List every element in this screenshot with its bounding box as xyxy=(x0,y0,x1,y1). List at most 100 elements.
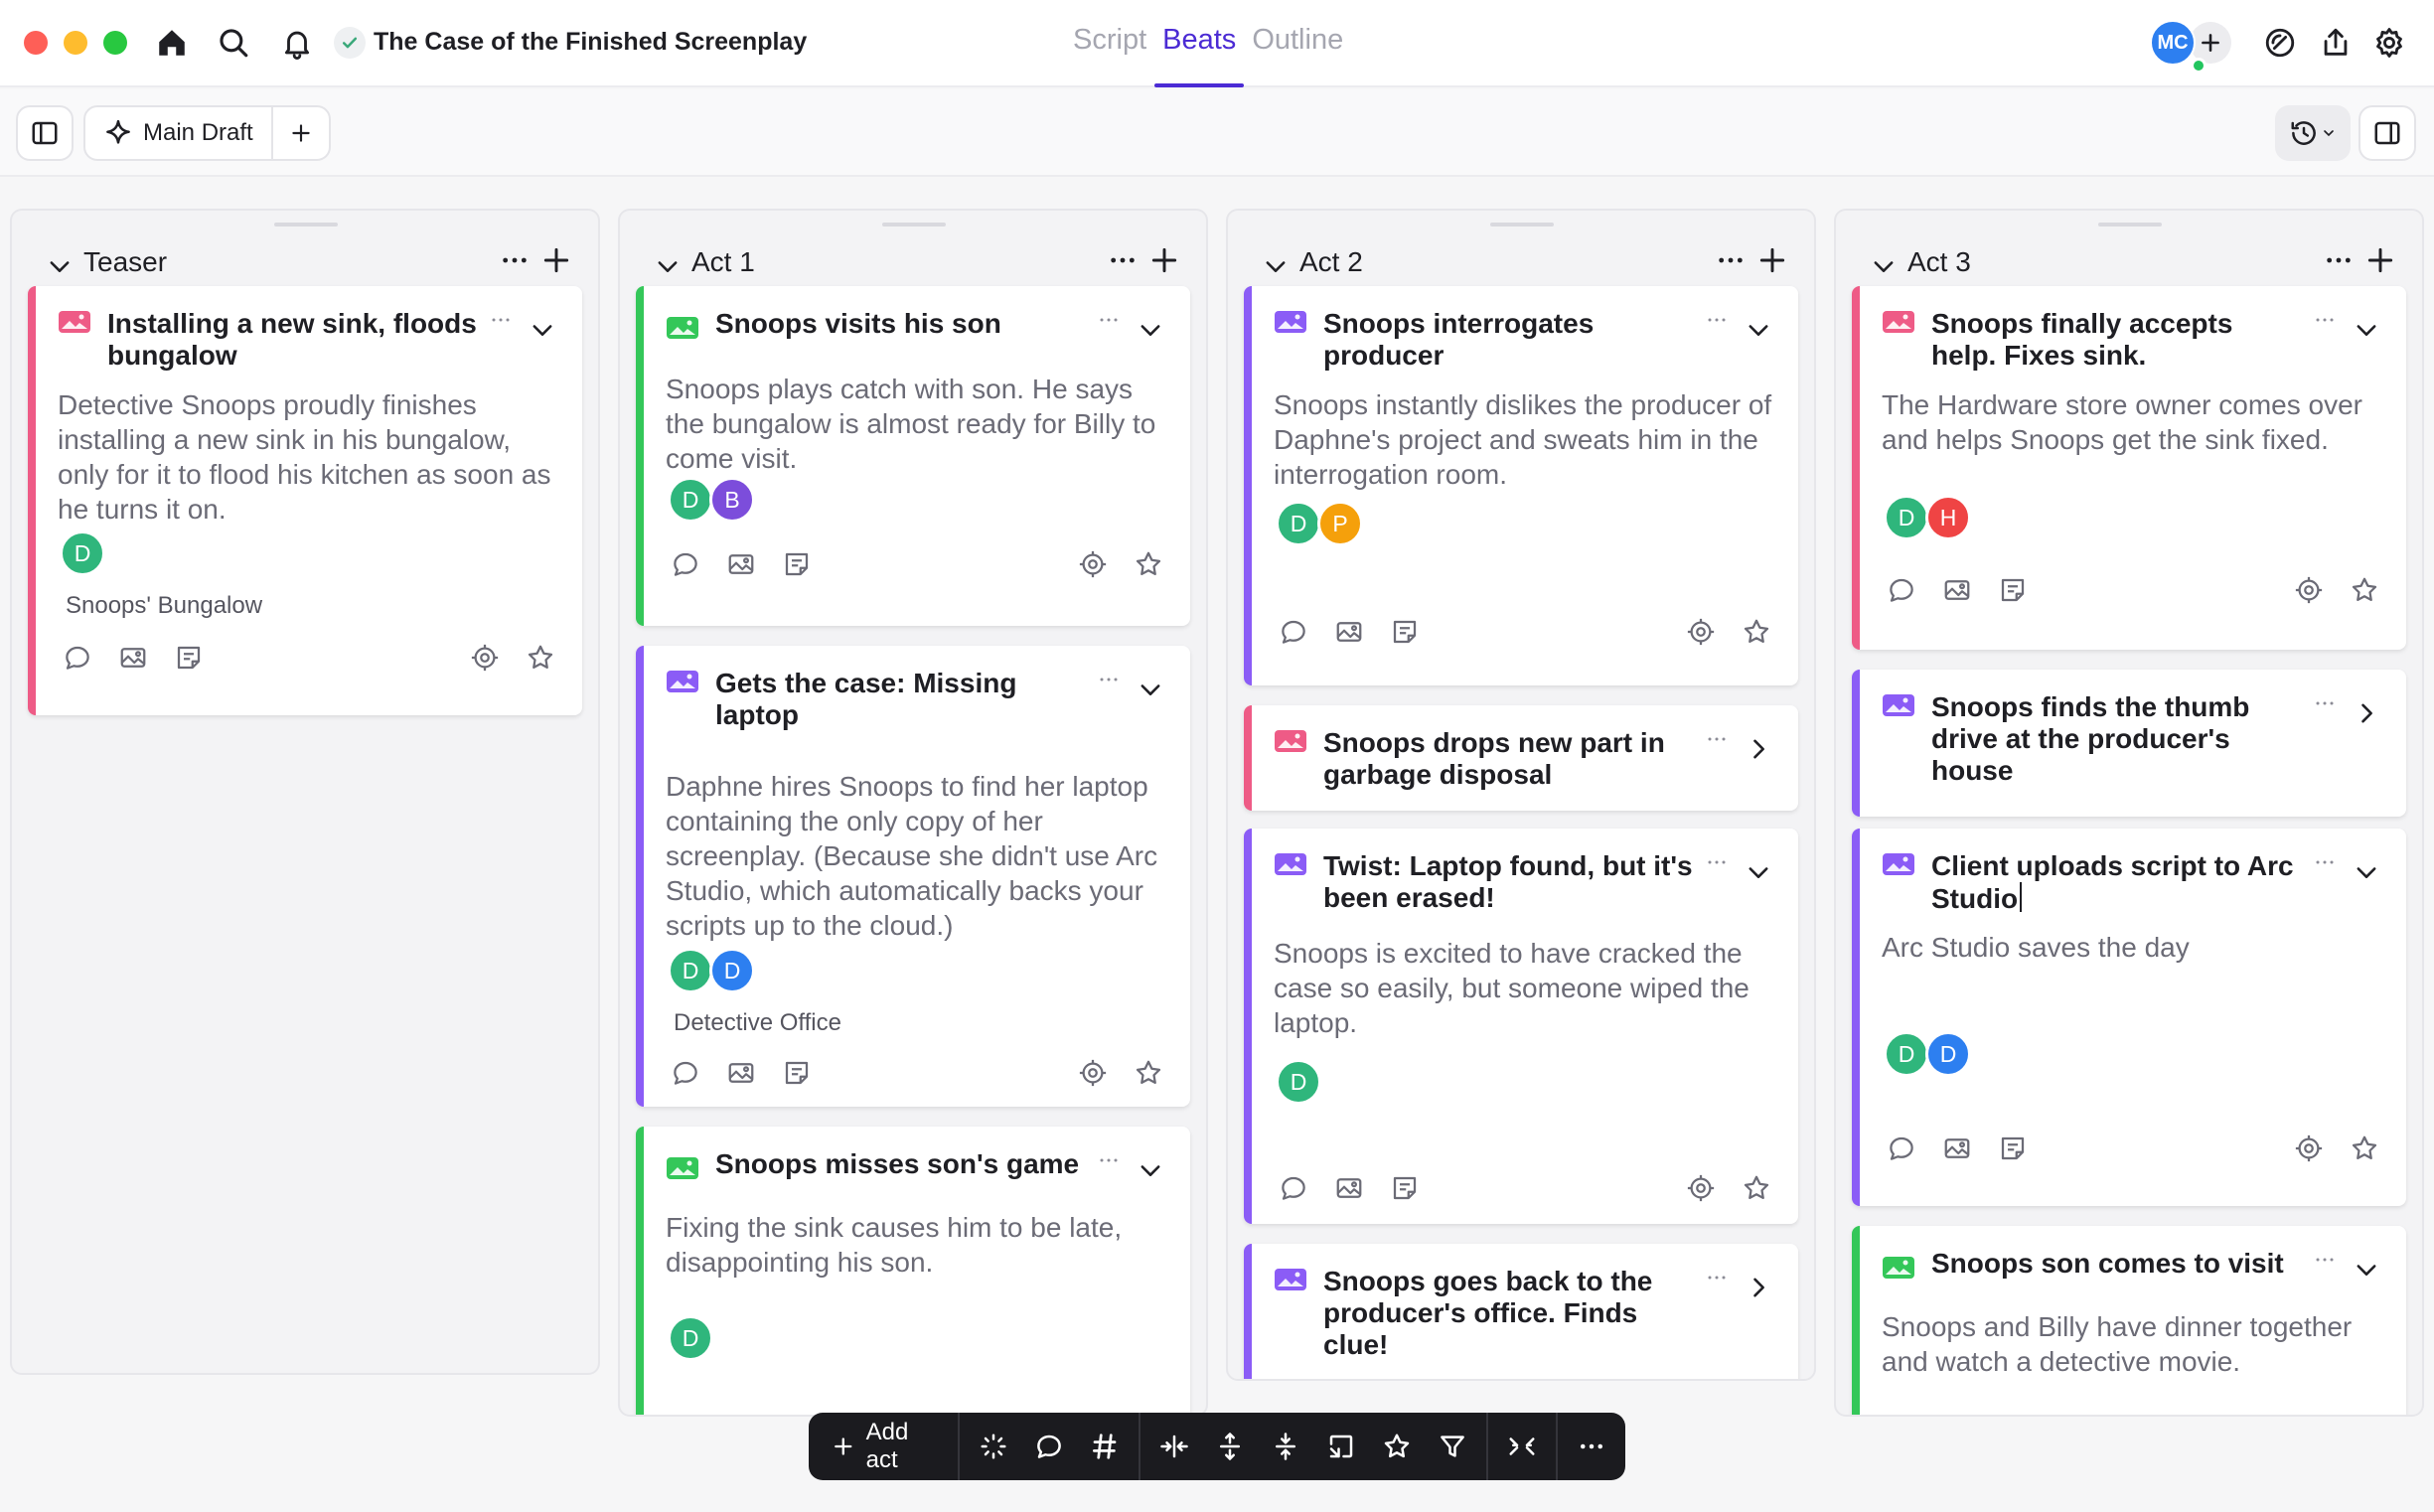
column-drag-handle[interactable] xyxy=(882,223,946,227)
beat-more-options-icon[interactable] xyxy=(489,308,513,338)
star-icon[interactable] xyxy=(1739,1170,1774,1206)
comment-icon[interactable] xyxy=(60,640,95,676)
column-more-options-icon[interactable] xyxy=(2323,244,2355,284)
star-icon[interactable] xyxy=(1131,1055,1166,1091)
beat-title[interactable]: Snoops visits his son xyxy=(715,308,1085,340)
add-act-button[interactable]: Add act xyxy=(809,1413,960,1480)
comment-icon[interactable] xyxy=(1276,614,1311,650)
beat-card[interactable]: Client uploads script to Arc Studio Arc S… xyxy=(1852,829,2406,1206)
beat-more-options-icon[interactable] xyxy=(2313,850,2337,880)
character-avatar[interactable]: P xyxy=(1317,501,1363,546)
beat-more-options-icon[interactable] xyxy=(1705,1266,1729,1295)
beat-more-options-icon[interactable] xyxy=(1097,668,1121,697)
beat-card[interactable]: Snoops finds the thumb drive at the prod… xyxy=(1852,670,2406,817)
beat-description[interactable]: The Hardware store owner comes over and … xyxy=(1882,387,2390,457)
beat-title[interactable]: Snoops goes back to the producer's offic… xyxy=(1323,1266,1693,1362)
collapse-horizontal-icon[interactable] xyxy=(1146,1419,1202,1474)
column-title[interactable]: Act 1 xyxy=(691,246,755,278)
beat-card[interactable]: Snoops interrogates producer Snoops insta… xyxy=(1244,286,1798,685)
add-beat-plus-icon[interactable] xyxy=(540,244,572,281)
character-avatar[interactable]: D xyxy=(1925,1031,1971,1077)
beat-description[interactable]: Snoops is excited to have cracked the ca… xyxy=(1274,936,1782,1040)
collapse-column-chevron-down-icon[interactable] xyxy=(1870,252,1898,285)
user-avatar[interactable]: MC xyxy=(2150,20,2196,66)
comment-icon[interactable] xyxy=(1884,1131,1919,1166)
note-icon[interactable] xyxy=(1387,614,1423,650)
expand-beat-chevron-right-icon[interactable] xyxy=(1745,735,1772,768)
beat-card[interactable]: Twist: Laptop found, but it's been erase… xyxy=(1244,829,1798,1224)
settings-gear-icon[interactable] xyxy=(2368,22,2410,64)
character-avatar[interactable]: D xyxy=(709,948,755,993)
beat-card[interactable]: Snoops goes back to the producer's offic… xyxy=(1244,1244,1798,1379)
add-beat-plus-icon[interactable] xyxy=(1148,244,1180,281)
expand-beat-chevron-right-icon[interactable] xyxy=(2353,699,2380,732)
collapse-column-chevron-down-icon[interactable] xyxy=(654,252,682,285)
comment-icon[interactable] xyxy=(1276,1170,1311,1206)
character-avatar[interactable]: D xyxy=(1276,501,1321,546)
comment-icon[interactable] xyxy=(1021,1419,1077,1474)
collapse-beat-chevron-down-icon[interactable] xyxy=(1745,316,1772,349)
column-title[interactable]: Teaser xyxy=(83,246,167,278)
comment-icon[interactable] xyxy=(668,546,703,582)
beat-more-options-icon[interactable] xyxy=(1705,308,1729,338)
tab-outline[interactable]: Outline xyxy=(1252,24,1343,87)
beat-card[interactable]: Snoops misses son's game Fixing the sink … xyxy=(636,1127,1190,1415)
character-avatar[interactable]: D xyxy=(668,477,713,523)
minimize-window-button[interactable] xyxy=(64,31,87,55)
column-drag-handle[interactable] xyxy=(2098,223,2162,227)
character-avatar[interactable]: D xyxy=(1884,1031,1929,1077)
column-title[interactable]: Act 3 xyxy=(1907,246,1971,278)
collapse-beat-chevron-down-icon[interactable] xyxy=(1137,316,1164,349)
image-icon[interactable] xyxy=(1331,1170,1367,1206)
maximize-window-button[interactable] xyxy=(103,31,127,55)
home-icon[interactable] xyxy=(151,22,193,64)
comment-icon[interactable] xyxy=(1884,572,1919,608)
beat-title[interactable]: Installing a new sink, floods bungalow xyxy=(107,308,477,372)
beat-card[interactable]: Snoops son comes to visit Snoops and Bill… xyxy=(1852,1226,2406,1415)
version-history-button[interactable] xyxy=(2275,105,2351,161)
expand-beat-chevron-right-icon[interactable] xyxy=(1745,1274,1772,1306)
note-icon[interactable] xyxy=(171,640,207,676)
collapse-beat-chevron-down-icon[interactable] xyxy=(1137,676,1164,708)
beat-card[interactable]: Installing a new sink, floods bungalow De… xyxy=(28,286,582,715)
beat-location[interactable]: Detective Office xyxy=(674,1009,841,1037)
image-icon[interactable] xyxy=(1939,1131,1975,1166)
beat-title[interactable]: Client uploads script to Arc Studio xyxy=(1931,850,2301,915)
beat-description[interactable]: Detective Snoops proudly finishes instal… xyxy=(58,387,566,527)
add-draft-button[interactable] xyxy=(273,107,329,159)
beat-more-options-icon[interactable] xyxy=(1097,1148,1121,1178)
character-avatar[interactable]: D xyxy=(1276,1059,1321,1105)
beat-title[interactable]: Snoops son comes to visit xyxy=(1931,1248,2301,1280)
star-icon[interactable] xyxy=(1739,614,1774,650)
character-avatar[interactable]: B xyxy=(709,477,755,523)
beat-card[interactable]: Gets the case: Missing laptop Daphne hire… xyxy=(636,646,1190,1107)
column-title[interactable]: Act 2 xyxy=(1299,246,1363,278)
star-icon[interactable] xyxy=(2347,572,2382,608)
collapse-vertical-icon[interactable] xyxy=(1258,1419,1313,1474)
filter-icon[interactable] xyxy=(1425,1419,1480,1474)
beat-description[interactable]: Fixing the sink causes him to be late, d… xyxy=(666,1210,1174,1280)
beat-card[interactable]: Snoops visits his son Snoops plays catch … xyxy=(636,286,1190,626)
beat-description[interactable]: Arc Studio saves the day xyxy=(1882,930,2390,965)
beat-description[interactable]: Daphne hires Snoops to find her laptop c… xyxy=(666,769,1174,943)
character-avatar[interactable]: D xyxy=(60,530,105,576)
note-icon[interactable] xyxy=(1387,1170,1423,1206)
beat-more-options-icon[interactable] xyxy=(2313,691,2337,721)
search-icon[interactable] xyxy=(213,22,254,64)
collapse-beat-chevron-down-icon[interactable] xyxy=(1745,858,1772,891)
collapse-beat-chevron-down-icon[interactable] xyxy=(2353,316,2380,349)
character-avatar[interactable]: D xyxy=(668,1315,713,1361)
note-icon[interactable] xyxy=(779,1055,815,1091)
target-icon[interactable] xyxy=(2291,572,2327,608)
image-icon[interactable] xyxy=(115,640,151,676)
star-icon[interactable] xyxy=(2347,1131,2382,1166)
beat-more-options-icon[interactable] xyxy=(2313,308,2337,338)
beat-description[interactable]: Snoops and Billy have dinner together an… xyxy=(1882,1309,2390,1379)
target-icon[interactable] xyxy=(1075,1055,1111,1091)
image-icon[interactable] xyxy=(723,546,759,582)
expand-vertical-icon[interactable] xyxy=(1202,1419,1258,1474)
beat-card[interactable]: Snoops drops new part in garbage disposa… xyxy=(1244,705,1798,811)
collapse-column-chevron-down-icon[interactable] xyxy=(46,252,74,285)
column-more-options-icon[interactable] xyxy=(1715,244,1747,284)
toggle-left-sidebar-button[interactable] xyxy=(16,105,74,161)
